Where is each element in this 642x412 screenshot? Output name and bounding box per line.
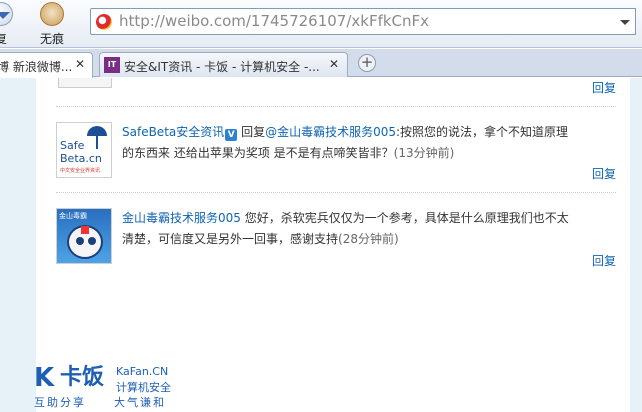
reply-link[interactable]: 回复 [592,252,616,269]
kafan-favicon-icon: IT [104,57,120,73]
cross-icon [81,226,89,234]
previous-avatar [58,78,112,88]
avatar-text: 金山毒霸 [59,212,87,220]
tab-close-icon[interactable]: ✕ [327,57,341,71]
right-margin [630,78,642,412]
kafan-logo-icon: K [34,363,55,393]
tab-kafan[interactable]: IT 安全&IT资讯 - 卡饭 - 计算机安全 -... ✕ [99,52,348,77]
avatar[interactable]: 金山毒霸 [56,208,112,264]
divider [56,106,616,107]
restore-label: 复 [0,32,7,46]
mention-link[interactable]: @金山毒霸技术服务005 [265,125,396,139]
tab-strip: 博 新浪微博... ✕ IT 安全&IT资讯 - 卡饭 - 计算机安全 -...… [0,49,642,78]
comment-author[interactable]: 金山毒霸技术服务005 [122,211,241,225]
url-path: /1745726107/xkFfkCnFx [245,12,430,30]
reply-link[interactable]: 回复 [592,79,616,96]
weibo-favicon-icon [96,14,112,30]
watermark-tagline: 计算机安全 [116,381,171,394]
verified-icon: V [225,129,238,141]
comment-author[interactable]: SafeBeta安全资讯 [122,125,224,139]
avatar-text: Safe Beta.cn [60,139,102,165]
paw-icon [40,2,64,26]
browser-toolbar: 复 无痕 http://weibo.com/1745726107/xkFfkCn… [0,0,642,48]
comment-time: (13分钟前) [393,146,455,160]
left-margin [0,78,36,412]
divider [56,192,616,193]
address-url[interactable]: http://weibo.com/1745726107/xkFfkCnFx [119,12,429,30]
restore-button[interactable]: 复 [0,0,20,46]
tab-label: 博 新浪微博... [0,60,73,74]
watermark-domain: KaFan.CN [116,365,169,378]
tab-label: 安全&IT资讯 - 卡饭 - 计算机安全 -... [124,60,320,74]
reply-link[interactable]: 回复 [592,165,616,182]
comment-time: (28分钟前) [338,232,399,246]
url-domain: http://weibo.com [119,12,246,30]
incognito-label: 无痕 [39,32,64,46]
watermark-brand: 卡饭 [60,365,105,390]
address-dropdown-button[interactable] [614,8,636,35]
reply-prefix: 回复 [237,125,266,139]
watermark-slogan: 大气谦和 [114,396,166,409]
restore-icon [0,2,13,26]
avatar-subtext: 中文安全业界资讯 [60,168,101,174]
new-tab-button[interactable]: + [358,54,376,72]
avatar[interactable]: Safe Beta.cn 中文安全业界资讯 [56,122,112,178]
tab-close-icon[interactable]: ✕ [73,57,87,71]
watermark-slogan: 互助分享 [34,396,86,409]
address-bar[interactable]: http://weibo.com/1745726107/xkFfkCnFx [90,8,616,35]
incognito-button[interactable]: 无痕 [32,0,72,46]
tab-weibo[interactable]: 博 新浪微博... ✕ [0,52,93,78]
comment-body: 金山毒霸技术服务005 您好，杀软宪兵仅仅为一个参考，具体是什么原理我们也不太清… [122,208,572,250]
eye-icon [88,237,96,245]
page-content: 回复 Safe Beta.cn 中文安全业界资讯 SafeBeta安全资讯 V 回复… [0,78,642,412]
comment-body: SafeBeta安全资讯 V 回复@金山毒霸技术服务005:按照您的说法，拿个不知… [122,122,572,164]
kafan-watermark: K 卡饭 KaFan.CN 计算机安全 互助分享 大气谦和 [34,364,194,410]
eye-icon [76,237,84,245]
